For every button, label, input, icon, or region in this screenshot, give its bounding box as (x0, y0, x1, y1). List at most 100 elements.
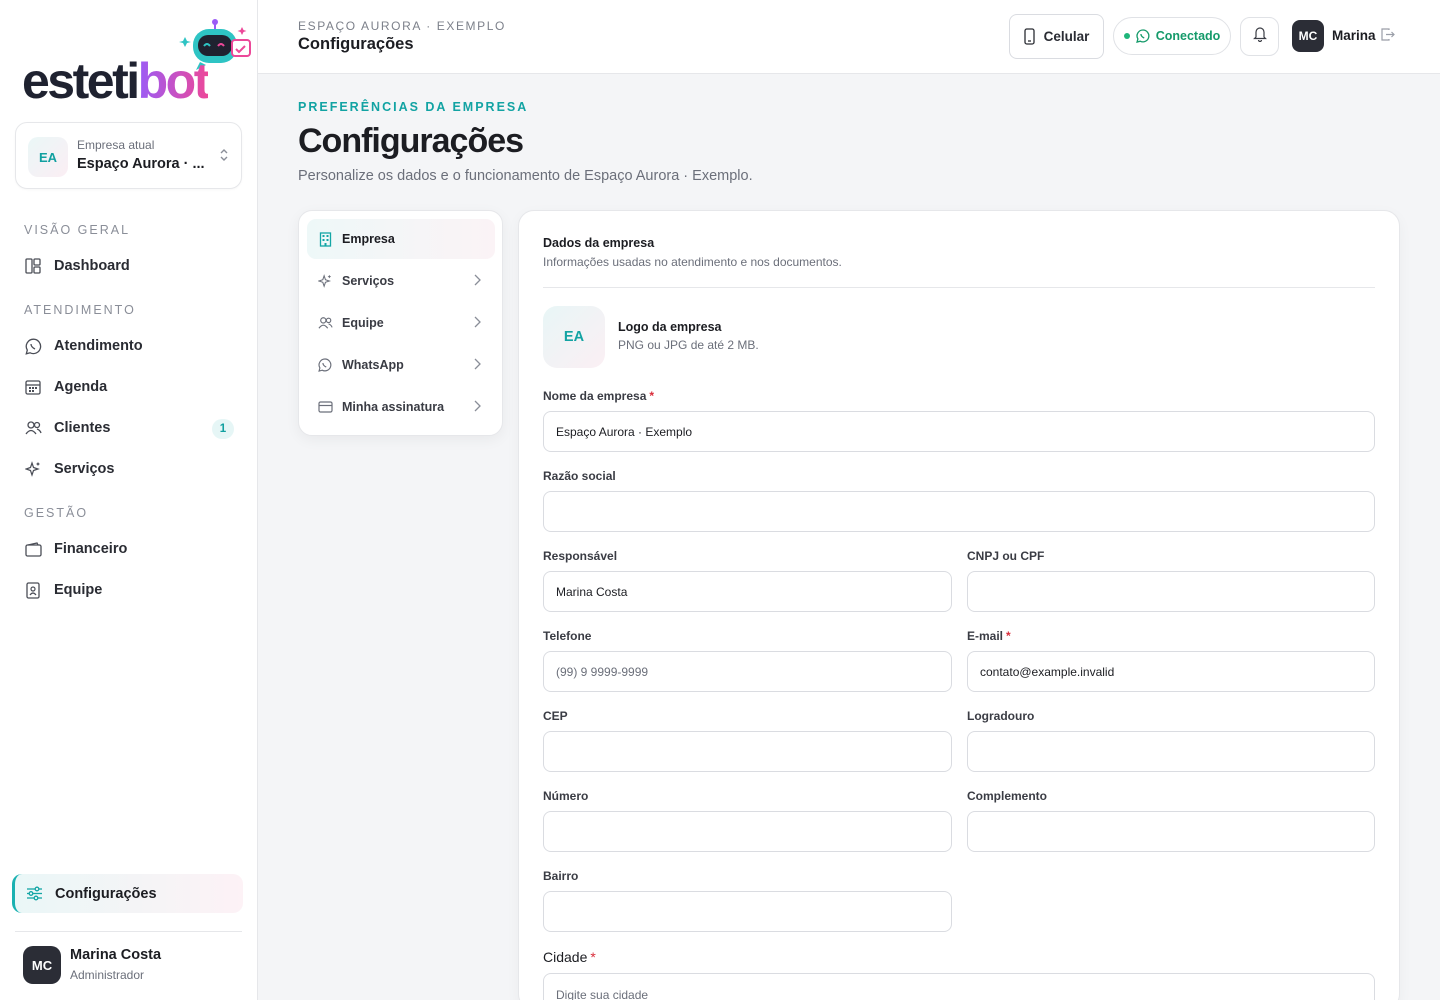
numero-input[interactable] (543, 811, 952, 852)
sidebar-item-equipe[interactable]: Equipe (24, 575, 234, 605)
clientes-count-badge: 1 (212, 419, 234, 439)
whatsapp-icon (1135, 29, 1150, 43)
company-switcher[interactable]: EA Empresa atual Espaço Aurora · ... (15, 122, 242, 189)
email-label: E-mail * (967, 629, 1011, 643)
page-title: Configurações (298, 122, 524, 160)
phone-button-label: Celular (1043, 29, 1090, 44)
chevron-up-down-icon (219, 148, 229, 164)
notifications-button[interactable] (1240, 17, 1279, 56)
chevron-right-icon (474, 358, 481, 370)
sidebar-item-label: Clientes (54, 420, 111, 436)
sparkles-icon (317, 273, 333, 289)
badge-icon (24, 581, 42, 599)
logout-icon[interactable] (1381, 28, 1395, 41)
user-role: Administrador (70, 968, 145, 982)
sidebar-item-dashboard[interactable]: Dashboard (24, 251, 234, 281)
sidebar-item-financeiro[interactable]: Financeiro (24, 534, 234, 564)
form-title: Dados da empresa (543, 236, 655, 250)
numero-label: Número (543, 789, 589, 803)
sidebar-divider (15, 931, 242, 932)
company-logo-upload[interactable]: EA (543, 306, 605, 368)
settings-tab-label: Serviços (342, 274, 395, 288)
building-icon (317, 231, 333, 247)
telefone-label: Telefone (543, 629, 592, 643)
required-marker: * (1006, 629, 1011, 643)
settings-tab-empresa[interactable]: Empresa (307, 219, 495, 259)
users-icon (317, 315, 333, 331)
company-name: Espaço Aurora · ... (77, 156, 205, 172)
user-name: Marina Costa (70, 947, 162, 963)
credit-card-icon (317, 399, 333, 415)
email-field[interactable] (967, 651, 1375, 692)
whatsapp-icon (24, 337, 42, 355)
logradouro-label: Logradouro (967, 709, 1035, 723)
sidebar-item-label: Equipe (54, 582, 103, 598)
nav-section-visao-geral: VISÃO GERAL (24, 223, 131, 237)
company-form-panel: Dados da empresa Informações usadas no a… (518, 210, 1400, 1000)
page-eyebrow: PREFERÊNCIAS DA EMPRESA (298, 100, 529, 114)
nome-empresa-label: Nome da empresa * (543, 389, 655, 403)
cidade-input[interactable] (543, 973, 1375, 1000)
settings-tab-label: Empresa (342, 232, 395, 246)
sidebar-item-label: Agenda (54, 379, 108, 395)
nav-section-atendimento: ATENDIMENTO (24, 303, 136, 317)
company-avatar: EA (28, 137, 68, 177)
complemento-input[interactable] (967, 811, 1375, 852)
topbar-title: Configurações (298, 35, 414, 53)
breadcrumb: ESPAÇO AURORA · EXEMPLO (298, 19, 506, 33)
nome-empresa-input[interactable] (543, 411, 1375, 452)
chevron-right-icon (474, 400, 481, 412)
avatar[interactable]: MC (23, 946, 61, 984)
settings-tab-whatsapp[interactable]: WhatsApp (307, 345, 495, 385)
sidebar-item-atendimento[interactable]: Atendimento (24, 331, 234, 361)
form-divider (543, 287, 1375, 288)
sidebar-item-label: Financeiro (54, 541, 128, 557)
responsavel-input[interactable] (543, 571, 952, 612)
sidebar-item-servicos[interactable]: Serviços (24, 454, 234, 484)
sidebar-item-agenda[interactable]: Agenda (24, 372, 234, 402)
cidade-label: Cidade * (543, 949, 596, 965)
whatsapp-status-button[interactable]: Conectado (1113, 17, 1231, 55)
status-badge: Conectado (1155, 29, 1221, 43)
bairro-input[interactable] (543, 891, 952, 932)
sidebar-item-configuracoes[interactable]: Configurações (12, 874, 243, 913)
telefone-input[interactable] (543, 651, 952, 692)
company-label: Empresa atual (77, 138, 155, 152)
brand-logo[interactable]: estetibot (22, 18, 251, 109)
phone-button[interactable]: Celular (1009, 14, 1104, 59)
page-description: Personalize os dados e o funcionamento d… (298, 168, 753, 184)
sidebar-item-label: Configurações (55, 885, 157, 902)
whatsapp-icon (317, 357, 333, 373)
logradouro-input[interactable] (967, 731, 1375, 772)
settings-tab-servicos[interactable]: Serviços (307, 261, 495, 301)
cep-label: CEP (543, 709, 568, 723)
cnpj-cpf-label: CNPJ ou CPF (967, 549, 1045, 563)
avatar[interactable]: MC (1292, 20, 1324, 52)
brand-wordmark: estetibot (22, 53, 210, 109)
settings-tab-assinatura[interactable]: Minha assinatura (307, 387, 495, 427)
topbar: ESPAÇO AURORA · EXEMPLO Configurações Ce… (258, 0, 1440, 74)
logo-hint: PNG ou JPG de até 2 MB. (618, 338, 759, 352)
required-marker: * (649, 389, 655, 403)
razao-social-label: Razão social (543, 469, 616, 483)
bairro-label: Bairro (543, 869, 579, 883)
sidebar-item-label: Dashboard (54, 258, 130, 274)
sidebar-item-label: Serviços (54, 461, 115, 477)
smartphone-icon (1023, 28, 1035, 45)
sidebar-item-clientes[interactable]: Clientes 1 (24, 413, 234, 443)
settings-tab-label: Equipe (342, 316, 384, 330)
sliders-icon (25, 885, 43, 903)
nav-section-gestao: GESTÃO (24, 506, 89, 520)
topbar-user-name[interactable]: Marina (1332, 28, 1376, 43)
bell-icon (1252, 26, 1267, 47)
users-icon (24, 419, 42, 437)
settings-tab-equipe[interactable]: Equipe (307, 303, 495, 343)
cnpj-cpf-input[interactable] (967, 571, 1375, 612)
sparkles-icon (24, 460, 42, 478)
chevron-right-icon (474, 274, 481, 286)
complemento-label: Complemento (967, 789, 1048, 803)
cep-input[interactable] (543, 731, 952, 772)
razao-social-input[interactable] (543, 491, 1375, 532)
responsavel-label: Responsável (543, 549, 618, 563)
settings-tab-label: WhatsApp (342, 358, 404, 372)
